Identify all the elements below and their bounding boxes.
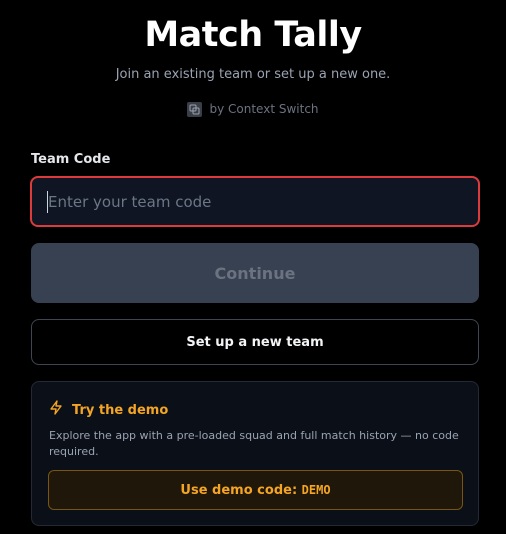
join-team-page: Match Tally Join an existing team or set… [0,0,506,534]
demo-heading: Try the demo [49,400,168,421]
demo-card: Try the demo Explore the app with a pre-… [31,381,479,526]
demo-heading-text: Try the demo [72,402,169,418]
app-title: Match Tally [144,15,362,55]
brand-logo-icon [187,101,203,117]
byline: by Context Switch [0,101,506,117]
lightning-icon [49,400,63,421]
continue-button[interactable]: Continue [31,243,479,303]
text-caret [47,191,48,213]
team-code-input[interactable] [30,176,480,227]
team-code-label: Team Code [31,152,111,167]
demo-button-label: Use demo code: [180,482,302,498]
demo-code: DEMO [301,482,331,497]
setup-new-team-button[interactable]: Set up a new team [31,319,479,365]
app-subtitle: Join an existing team or set up a new on… [115,67,391,82]
demo-description: Explore the app with a pre-loaded squad … [49,429,459,458]
use-demo-code-button[interactable]: Use demo code: DEMO [48,470,463,510]
byline-text: by Context Switch [209,102,319,116]
